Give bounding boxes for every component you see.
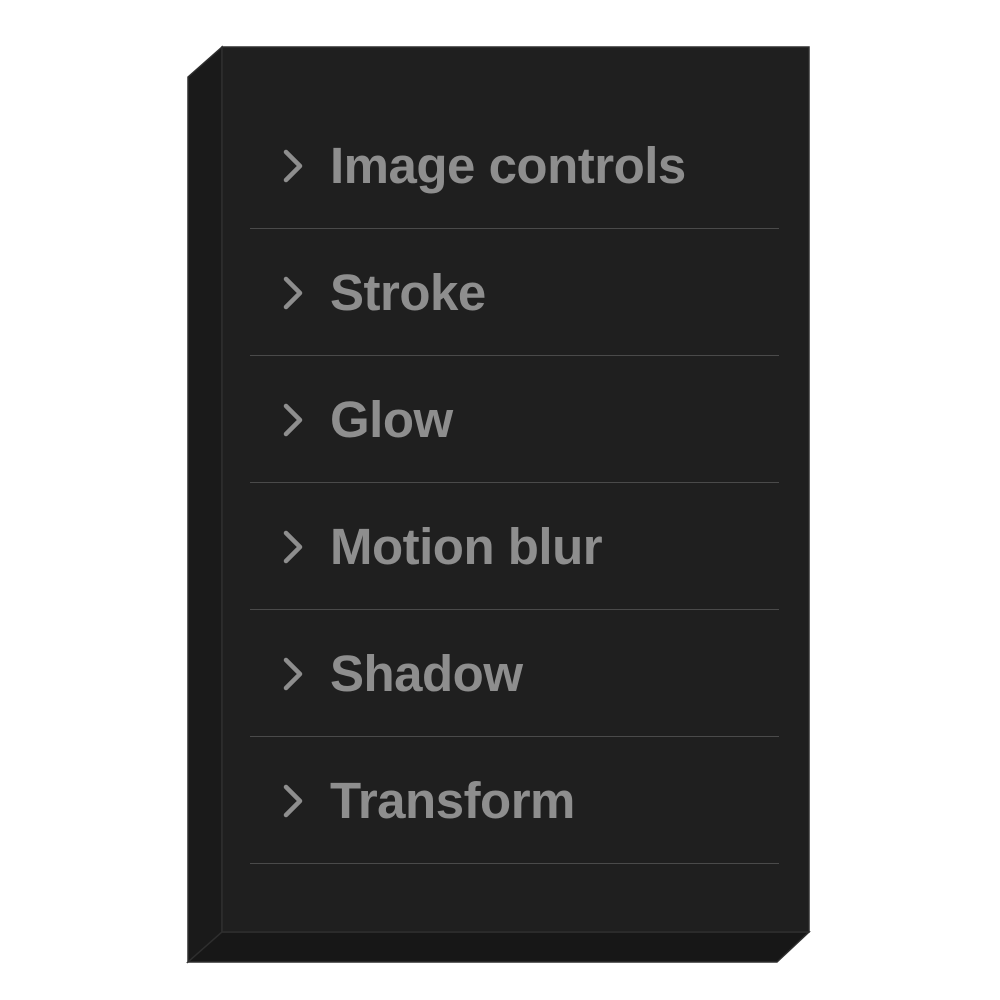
section-label: Glow: [330, 391, 453, 448]
chevron-right-icon: [283, 784, 303, 818]
section-row-glow[interactable]: Glow: [250, 356, 779, 483]
effects-panel: Image controls Stroke Glow Motion blur S…: [222, 47, 809, 932]
section-list: Image controls Stroke Glow Motion blur S…: [250, 102, 779, 864]
section-row-shadow[interactable]: Shadow: [250, 610, 779, 737]
divider: [250, 863, 779, 864]
section-label: Image controls: [330, 137, 686, 194]
section-row-stroke[interactable]: Stroke: [250, 229, 779, 356]
section-row-transform[interactable]: Transform: [250, 737, 779, 864]
chevron-right-icon: [283, 403, 303, 437]
chevron-right-icon: [283, 149, 303, 183]
canvas: Image controls Stroke Glow Motion blur S…: [0, 0, 1000, 1000]
chevron-right-icon: [283, 530, 303, 564]
section-label: Shadow: [330, 645, 523, 702]
section-label: Transform: [330, 772, 575, 829]
panel-bottom-side: [186, 931, 811, 963]
chevron-right-icon: [283, 657, 303, 691]
section-row-motion-blur[interactable]: Motion blur: [250, 483, 779, 610]
section-label: Motion blur: [330, 518, 603, 575]
chevron-right-icon: [283, 276, 303, 310]
panel-left-side: [187, 45, 223, 964]
section-row-image-controls[interactable]: Image controls: [250, 102, 779, 229]
section-label: Stroke: [330, 264, 486, 321]
